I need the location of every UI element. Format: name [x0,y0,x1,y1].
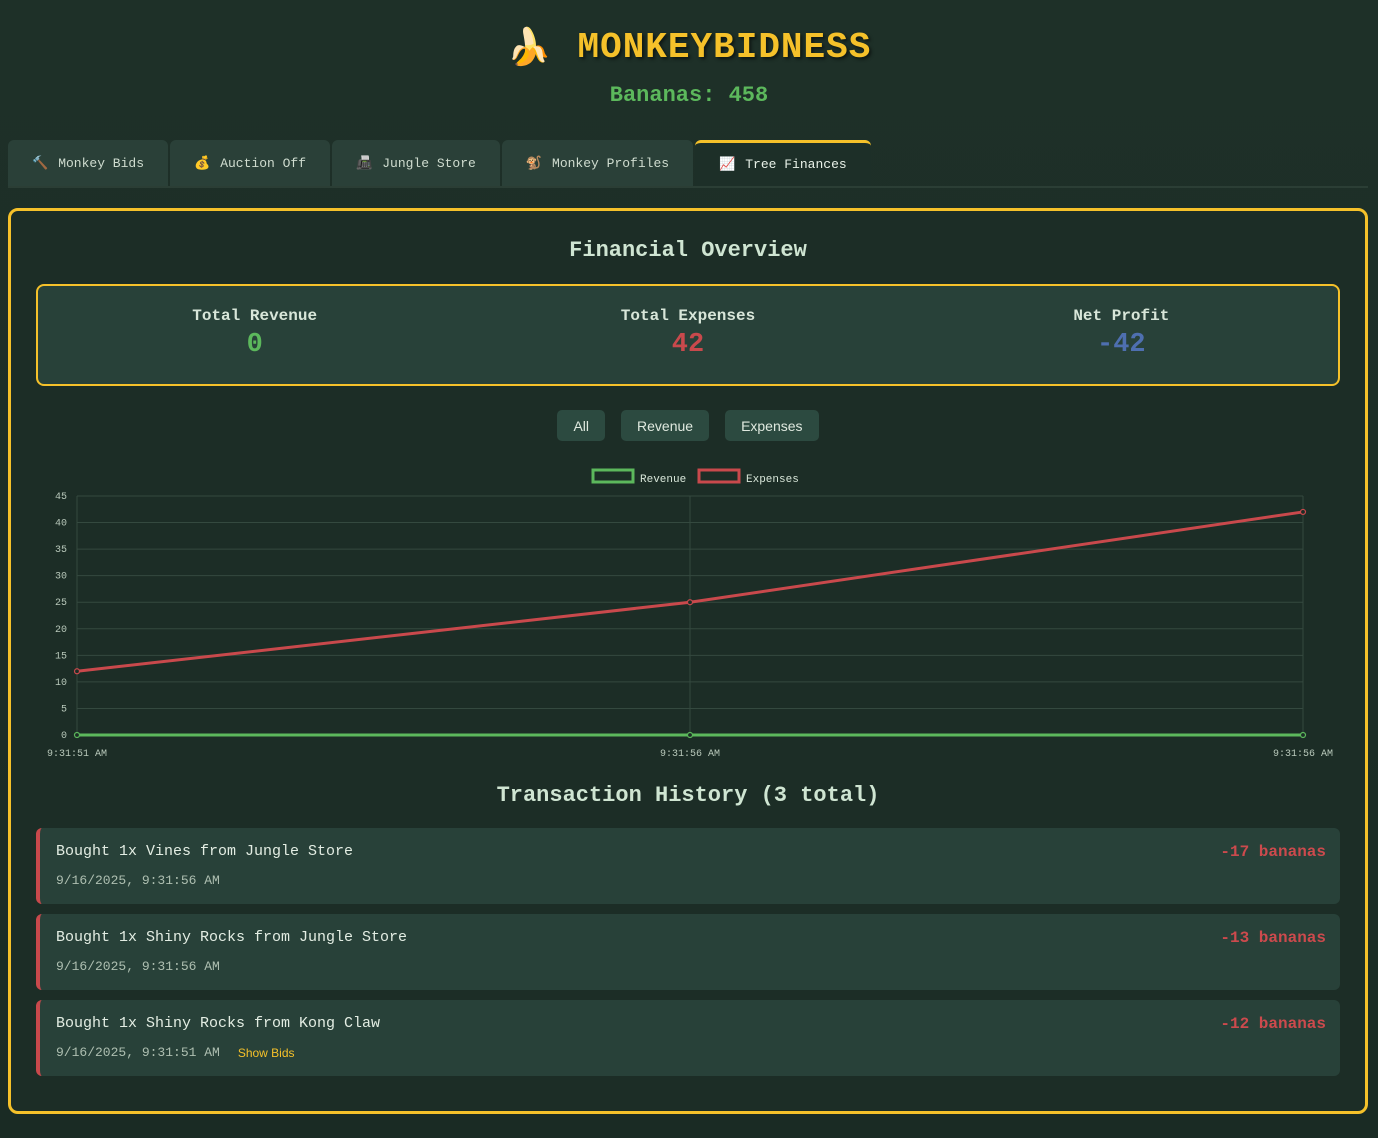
transaction-item: Bought 1x Shiny Rocks from Jungle Store … [36,914,1340,990]
y-tick-label: 5 [61,704,67,715]
tab-monkey-profiles[interactable]: 🐒 Monkey Profiles [501,140,694,186]
transaction-list: Bought 1x Vines from Jungle Store 9/16/2… [36,828,1340,1086]
tab-label: Auction Off [220,155,307,171]
profit-value: -42 [1097,330,1146,360]
filter-revenue-button[interactable]: Revenue [621,410,710,441]
expenses-stat: Total Expenses 42 [471,286,904,384]
tab-bar: 🔨 Monkey Bids 💰 Auction Off 📠 Jungle Sto… [8,140,1368,188]
legend-swatch [591,468,635,484]
tab-label: Monkey Profiles [552,155,670,171]
transaction-amount: -17 bananas [1220,843,1326,861]
y-tick-label: 20 [55,625,67,636]
transaction-meta: 9/16/2025, 9:31:56 AM [56,873,220,889]
transaction-meta: 9/16/2025, 9:31:51 AM Show Bids [56,1045,295,1061]
transaction-description: Bought 1x Shiny Rocks from Kong Claw [56,1015,381,1032]
finance-chart: 0 5 10 15 20 25 30 35 40 45 9:31:51 AM 9:31:56 AM 9:… [36,463,1346,763]
data-point-revenue [73,731,81,739]
transaction-amount: -13 bananas [1220,929,1326,947]
y-tick-label: 40 [55,519,67,530]
data-point-expenses [686,599,694,606]
y-tick-label: 30 [55,572,67,583]
profit-stat: Net Profit -42 [905,286,1338,384]
data-point-revenue [1299,731,1307,739]
profit-label: Net Profit [1073,307,1170,325]
y-tick-label: 10 [55,678,67,689]
history-title: Transaction History (3 total) [496,783,880,808]
revenue-value: 0 [246,330,263,360]
monkey-icon: 🐒 [525,155,543,171]
tab-monkey-bids[interactable]: 🔨 Monkey Bids [8,140,169,186]
tab-auction-off[interactable]: 💰 Auction Off [170,140,331,186]
transaction-description: Bought 1x Shiny Rocks from Jungle Store [56,929,408,946]
banana-icon: 🍌 [506,27,552,68]
y-tick-label: 35 [55,545,67,556]
transaction-item: Bought 1x Vines from Jungle Store 9/16/2… [36,828,1340,904]
hammer-icon: 🔨 [32,155,49,171]
transaction-meta: 9/16/2025, 9:31:56 AM [56,959,220,975]
expenses-label: Total Expenses [620,307,756,325]
transaction-item: Bought 1x Shiny Rocks from Kong Claw 9/1… [36,1000,1340,1076]
filter-expenses-button[interactable]: Expenses [725,410,819,441]
tab-jungle-store[interactable]: 📠 Jungle Store [332,140,500,186]
chart-increasing-icon: 📈 [719,157,736,172]
app-title: MONKEYBIDNESS [577,27,872,68]
tab-label: Monkey Bids [58,155,145,171]
transaction-time: 9/16/2025, 9:31:56 AM [56,873,220,888]
legend-label: Revenue [640,474,686,486]
legend-swatch [697,468,741,484]
finances-panel: Financial Overview Total Revenue 0 Total… [8,208,1368,1114]
title-row: 🍌 MONKEYBIDNESS [0,26,1378,70]
y-tick-label: 15 [55,651,67,662]
y-tick-label: 45 [55,492,67,503]
filter-all-button[interactable]: All [557,410,606,441]
data-point-revenue [686,731,694,739]
banana-balance: Bananas: 458 [609,83,769,108]
x-tick-label: 9:31:56 AM [660,749,720,760]
chart-filters: All Revenue Expenses [11,410,1365,441]
overview-title: Financial Overview [569,238,807,263]
revenue-label: Total Revenue [192,307,318,325]
show-bids-link[interactable]: Show Bids [238,1045,295,1061]
revenue-stat: Total Revenue 0 [38,286,471,384]
transaction-amount: -12 bananas [1220,1015,1326,1033]
tab-label: Tree Finances [745,157,847,172]
transaction-time: 9/16/2025, 9:31:56 AM [56,959,220,974]
tab-tree-finances[interactable]: 📈 Tree Finances [695,140,871,186]
y-tick-label: 0 [61,731,67,742]
chart-svg: 0 5 10 15 20 25 30 35 40 45 9:31:51 AM 9:31:56 AM 9:… [47,468,1333,760]
x-tick-label: 9:31:51 AM [47,749,107,760]
transaction-time: 9/16/2025, 9:31:51 AM [56,1045,220,1060]
money-bag-icon: 💰 [194,155,211,171]
legend-label: Expenses [746,474,799,486]
data-point-expenses [73,668,81,675]
expenses-value: 42 [671,330,705,360]
data-point-expenses [1299,508,1307,516]
app-header: 🍌 MONKEYBIDNESS Bananas: 458 [0,0,1378,130]
transaction-description: Bought 1x Vines from Jungle Store [56,843,354,860]
cash-register-icon: 📠 [356,155,373,171]
summary-card: Total Revenue 0 Total Expenses 42 Net Pr… [36,284,1340,386]
x-tick-label: 9:31:56 AM [1273,749,1333,760]
y-tick-label: 25 [55,598,67,609]
tab-label: Jungle Store [382,155,476,171]
